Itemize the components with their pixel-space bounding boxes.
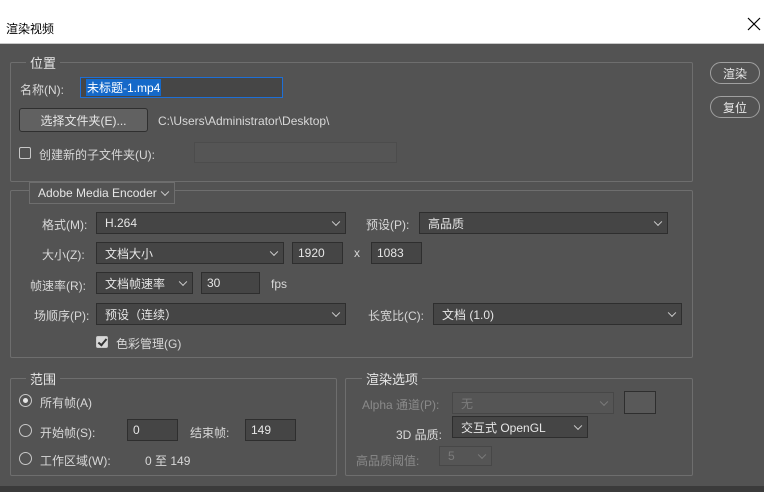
encoder-select[interactable]: Adobe Media Encoder bbox=[29, 182, 175, 204]
3d-quality-label: 3D 品质: bbox=[396, 428, 443, 442]
color-management-label: 色彩管理(G) bbox=[116, 337, 182, 351]
title-bar: 渲染视频 bbox=[0, 0, 764, 44]
chevron-down-icon bbox=[477, 450, 487, 460]
bottom-edge bbox=[0, 486, 764, 492]
size-value: 文档大小 bbox=[105, 246, 154, 261]
end-frame-input[interactable]: 149 bbox=[245, 419, 296, 441]
3d-quality-value: 交互式 OpenGL bbox=[461, 420, 546, 435]
width-input[interactable]: 1920 bbox=[292, 242, 343, 264]
render-button[interactable]: 渲染 bbox=[710, 62, 760, 84]
window-title: 渲染视频 bbox=[6, 22, 55, 36]
chevron-down-icon bbox=[331, 217, 341, 227]
color-management-checkbox[interactable] bbox=[96, 336, 108, 348]
3d-quality-select[interactable]: 交互式 OpenGL bbox=[452, 416, 588, 438]
alpha-color-swatch bbox=[624, 391, 656, 414]
work-area-label: 工作区域(W): bbox=[40, 454, 111, 468]
preset-label: 预设(P): bbox=[366, 218, 410, 232]
frame-rate-label: 帧速率(R): bbox=[30, 279, 86, 293]
subfolder-checkbox[interactable] bbox=[19, 147, 31, 159]
chevron-down-icon bbox=[269, 247, 279, 257]
frame-rate-mode-value: 文档帧速率 bbox=[105, 276, 166, 291]
alpha-channel-label: Alpha 通道(P): bbox=[362, 398, 440, 412]
end-frame-label: 结束帧: bbox=[190, 426, 230, 440]
work-area-value: 0 至 149 bbox=[145, 454, 191, 468]
chevron-down-icon bbox=[573, 421, 583, 431]
chevron-down-icon bbox=[178, 277, 188, 287]
chevron-down-icon bbox=[160, 187, 170, 197]
field-order-value: 预设（连续） bbox=[105, 307, 178, 322]
choose-folder-button[interactable]: 选择文件夹(E)... bbox=[19, 108, 148, 132]
aspect-ratio-select[interactable]: 文档 (1.0) bbox=[433, 303, 682, 325]
close-icon[interactable] bbox=[744, 14, 764, 34]
preset-value: 高品质 bbox=[428, 216, 465, 231]
all-frames-radio[interactable] bbox=[19, 394, 32, 407]
aspect-ratio-value: 文档 (1.0) bbox=[442, 307, 495, 322]
quality-threshold-label: 高品质阈值: bbox=[356, 454, 420, 468]
chevron-down-icon bbox=[599, 397, 609, 407]
height-input[interactable]: 1083 bbox=[371, 242, 422, 264]
location-legend: 位置 bbox=[26, 53, 61, 72]
start-frame-label: 开始帧(S): bbox=[40, 426, 96, 440]
field-order-select[interactable]: 预设（连续） bbox=[96, 303, 346, 325]
render-video-dialog: 渲染 复位 位置 名称(N): 未标题-1.mp4 选择文件夹(E)... C:… bbox=[0, 44, 764, 492]
encoder-value: Adobe Media Encoder bbox=[38, 186, 157, 200]
size-separator: x bbox=[354, 246, 360, 260]
subfolder-label: 创建新的子文件夹(U): bbox=[39, 148, 155, 162]
output-path: C:\Users\Administrator\Desktop\ bbox=[158, 114, 330, 128]
frame-rate-mode-select[interactable]: 文档帧速率 bbox=[96, 272, 193, 294]
start-frame-radio[interactable] bbox=[19, 424, 32, 437]
work-area-radio[interactable] bbox=[19, 452, 32, 465]
format-label: 格式(M): bbox=[42, 218, 88, 232]
format-select[interactable]: H.264 bbox=[96, 212, 346, 234]
preset-select[interactable]: 高品质 bbox=[419, 212, 668, 234]
aspect-ratio-label: 长宽比(C): bbox=[368, 309, 424, 323]
quality-threshold-value: 5 bbox=[448, 449, 455, 463]
name-value: 未标题-1.mp4 bbox=[86, 79, 162, 96]
field-order-label: 场顺序(P): bbox=[34, 309, 90, 323]
format-value: H.264 bbox=[105, 216, 138, 230]
alpha-channel-select: 无 bbox=[452, 392, 614, 414]
chevron-down-icon bbox=[653, 217, 663, 227]
range-legend: 范围 bbox=[26, 369, 61, 388]
chevron-down-icon bbox=[331, 308, 341, 318]
reset-button[interactable]: 复位 bbox=[710, 96, 760, 118]
name-input[interactable]: 未标题-1.mp4 bbox=[80, 77, 283, 98]
subfolder-input[interactable] bbox=[194, 142, 397, 163]
all-frames-label: 所有帧(A) bbox=[40, 396, 92, 410]
quality-threshold-select: 5 bbox=[439, 446, 492, 466]
chevron-down-icon bbox=[667, 308, 677, 318]
fps-unit: fps bbox=[271, 277, 288, 291]
name-label: 名称(N): bbox=[20, 83, 64, 97]
frame-rate-input[interactable]: 30 bbox=[201, 272, 260, 294]
render-options-legend: 渲染选项 bbox=[362, 369, 423, 388]
alpha-channel-value: 无 bbox=[461, 396, 474, 411]
start-frame-input[interactable]: 0 bbox=[127, 419, 178, 441]
size-select[interactable]: 文档大小 bbox=[96, 242, 284, 264]
size-label: 大小(Z): bbox=[42, 248, 85, 262]
